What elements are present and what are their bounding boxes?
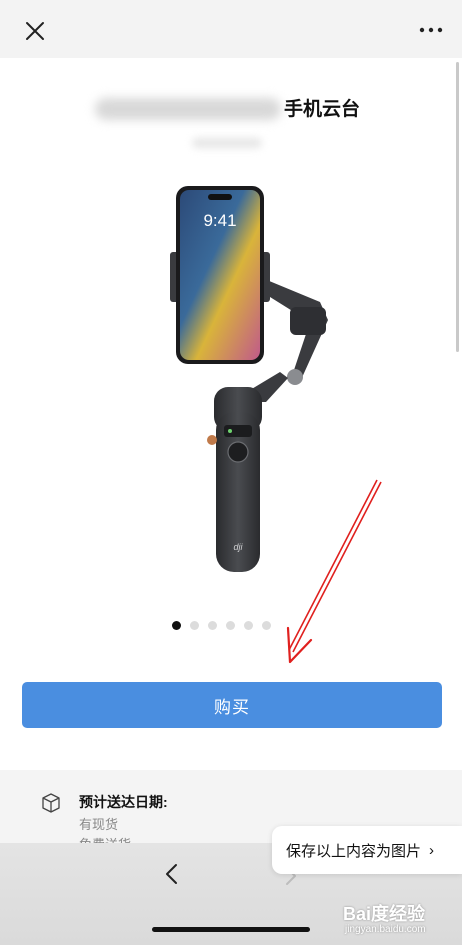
phone-time: 9:41 — [203, 211, 236, 230]
home-indicator — [152, 927, 310, 932]
carousel-dot[interactable] — [208, 620, 217, 630]
blurred-product-subtitle — [192, 138, 262, 148]
more-icon[interactable] — [418, 24, 444, 36]
top-bar — [0, 0, 462, 58]
close-icon[interactable] — [22, 18, 48, 44]
product-image[interactable]: 9:41 dji — [150, 182, 340, 582]
blurred-product-name — [95, 98, 281, 120]
chevron-right-icon: › — [429, 841, 435, 859]
package-icon — [42, 793, 60, 813]
watermark-url: jingyan.baidu.com — [345, 924, 426, 935]
product-title-row: 手机云台 — [0, 92, 462, 148]
chevron-left-icon[interactable] — [162, 861, 182, 887]
carousel-dot[interactable] — [172, 620, 181, 630]
brand-mark: dji — [233, 542, 243, 552]
product-title: 手机云台 — [284, 99, 361, 120]
buy-button[interactable]: 购买 — [22, 682, 442, 728]
stock-status: 有现货 — [79, 817, 119, 832]
watermark: Bai度经验 jingyan.baidu.com — [343, 896, 461, 941]
carousel-dot[interactable] — [226, 620, 235, 630]
carousel-dot[interactable] — [262, 620, 271, 630]
delivery-title: 预计送达日期: — [79, 794, 168, 810]
save-as-image-button[interactable]: 保存以上内容为图片 › — [272, 826, 462, 874]
carousel-dot[interactable] — [190, 620, 199, 630]
save-as-image-label: 保存以上内容为图片 — [286, 842, 422, 860]
watermark-brand: Bai度经验 — [343, 904, 426, 924]
carousel-dot[interactable] — [244, 620, 253, 630]
carousel-dots — [172, 619, 271, 631]
